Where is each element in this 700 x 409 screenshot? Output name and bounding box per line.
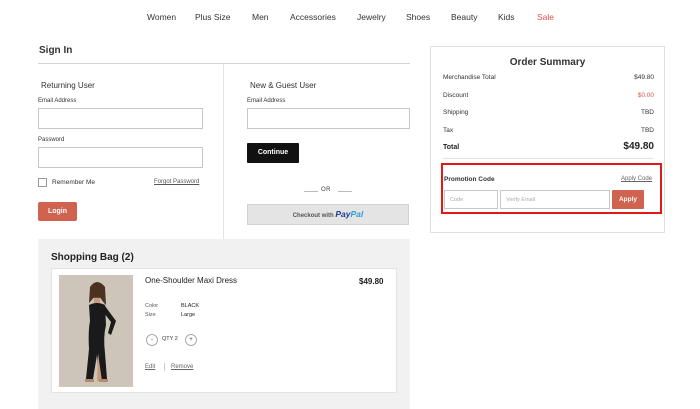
- paypal-logo-pay: Pay: [335, 209, 351, 219]
- guest-user-title: New & Guest User: [250, 81, 317, 90]
- paypal-logo-pal: Pal: [350, 209, 364, 219]
- signin-title: Sign In: [39, 45, 73, 56]
- remove-link[interactable]: Remove: [171, 364, 193, 370]
- product-image[interactable]: [59, 275, 133, 387]
- login-button[interactable]: Login: [38, 202, 77, 221]
- product-name[interactable]: One-Shoulder Maxi Dress: [145, 276, 237, 285]
- or-divider-left: [304, 191, 318, 192]
- signin-divider: [38, 63, 410, 64]
- password-input[interactable]: [38, 147, 203, 168]
- merchandise-total-label: Merchandise Total: [443, 74, 496, 81]
- nav-item-jewelry[interactable]: Jewelry: [357, 12, 386, 22]
- returning-email-label: Email Address: [38, 98, 77, 104]
- shipping-label: Shipping: [443, 109, 469, 116]
- or-text: OR: [321, 187, 331, 193]
- nav-item-kids[interactable]: Kids: [498, 12, 515, 22]
- size-label: Size: [145, 312, 156, 318]
- shopping-bag-title: Shopping Bag (2): [51, 252, 134, 263]
- model-photo-icon: [59, 275, 133, 387]
- paypal-checkout-button[interactable]: Checkout with PayPal: [247, 204, 409, 225]
- returning-user-title: Returning User: [41, 81, 95, 90]
- top-navigation: Women Plus Size Men Accessories Jewelry …: [0, 12, 700, 26]
- continue-button[interactable]: Continue: [247, 143, 299, 163]
- forgot-password-link[interactable]: Forgot Password: [154, 179, 199, 185]
- returning-email-input[interactable]: [38, 108, 203, 129]
- nav-item-plus-size[interactable]: Plus Size: [195, 12, 230, 22]
- tax-label: Tax: [443, 127, 454, 134]
- link-separator: [164, 363, 165, 371]
- nav-item-women[interactable]: Women: [147, 12, 176, 22]
- size-value: Large: [181, 312, 196, 318]
- apply-code-link[interactable]: Apply Code: [621, 176, 652, 182]
- summary-divider: [442, 158, 654, 159]
- guest-email-label: Email Address: [247, 98, 286, 104]
- color-label: Color: [145, 303, 159, 309]
- remember-me-checkbox[interactable]: [38, 178, 47, 187]
- promo-code-input[interactable]: [444, 190, 498, 209]
- nav-item-men[interactable]: Men: [252, 12, 269, 22]
- nav-item-sale[interactable]: Sale: [537, 12, 554, 22]
- nav-item-shoes[interactable]: Shoes: [406, 12, 430, 22]
- merchandise-total-value: $49.80: [634, 74, 654, 81]
- product-price: $49.80: [359, 277, 384, 286]
- total-label: Total: [443, 144, 460, 151]
- order-summary-title: Order Summary: [509, 57, 586, 68]
- qty-text: QTY 2: [162, 336, 178, 342]
- promo-code-label: Promotion Code: [444, 176, 495, 183]
- qty-increase-button[interactable]: +: [185, 334, 197, 346]
- discount-value: $0.00: [637, 92, 654, 99]
- verify-email-input[interactable]: [500, 190, 610, 209]
- or-divider-right: [338, 191, 352, 192]
- discount-label: Discount: [443, 92, 469, 99]
- tax-value: TBD: [641, 127, 654, 134]
- password-label: Password: [38, 137, 65, 143]
- nav-item-accessories[interactable]: Accessories: [290, 12, 336, 22]
- remember-me-label: Remember Me: [52, 179, 95, 186]
- signin-column-divider: [223, 64, 224, 239]
- apply-button[interactable]: Apply: [612, 190, 644, 209]
- nav-item-beauty[interactable]: Beauty: [451, 12, 477, 22]
- paypal-prefix: Checkout with: [292, 213, 334, 219]
- guest-email-input[interactable]: [247, 108, 410, 129]
- shipping-value: TBD: [641, 109, 654, 116]
- total-value: $49.80: [623, 141, 654, 152]
- color-value: BLACK: [181, 303, 200, 309]
- edit-link[interactable]: Edit: [145, 364, 155, 370]
- qty-decrease-button[interactable]: -: [146, 334, 158, 346]
